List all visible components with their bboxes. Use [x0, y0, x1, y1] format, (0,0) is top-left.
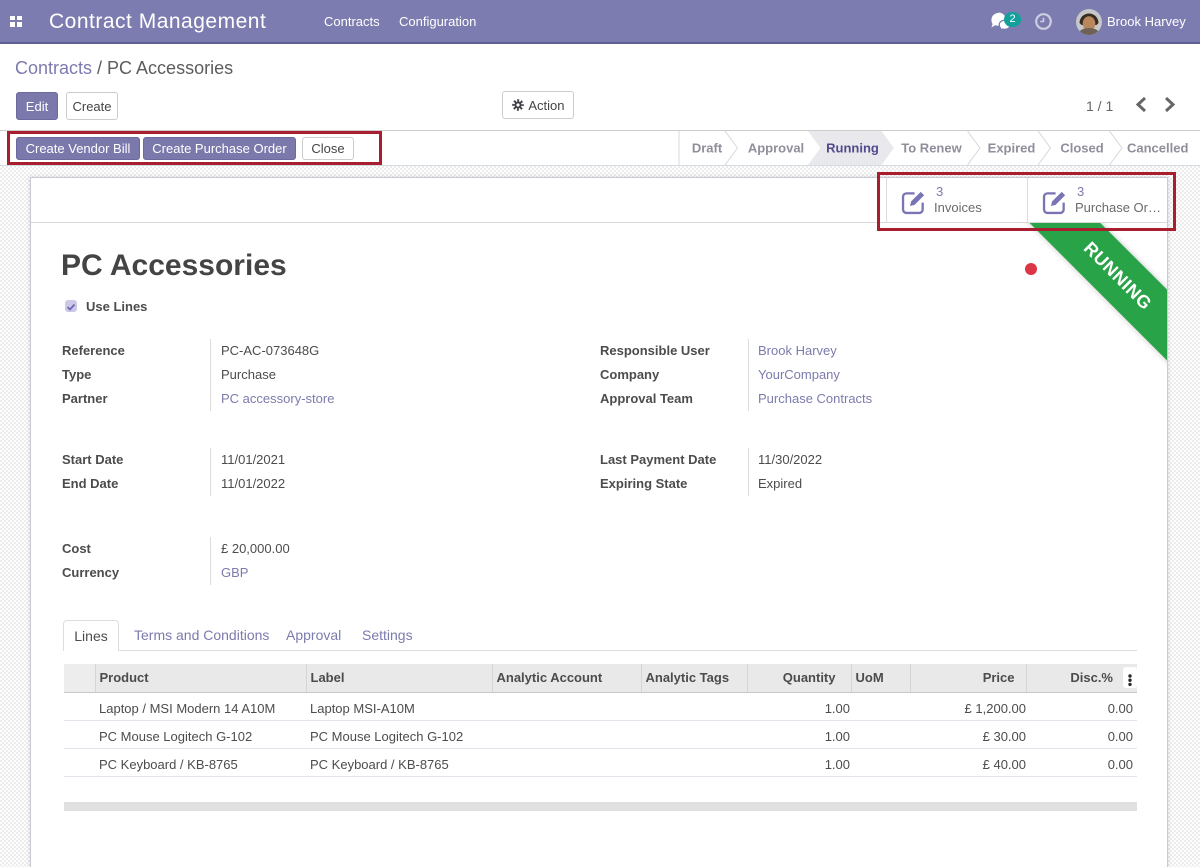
svg-text:Cancelled: Cancelled: [1127, 141, 1188, 156]
svg-text:Closed: Closed: [1060, 141, 1103, 156]
svg-text:Running: Running: [826, 141, 879, 156]
svg-text:Approval: Approval: [748, 141, 804, 156]
svg-text:Draft: Draft: [692, 141, 723, 156]
svg-text:Expired: Expired: [988, 141, 1036, 156]
svg-text:To Renew: To Renew: [901, 141, 962, 156]
